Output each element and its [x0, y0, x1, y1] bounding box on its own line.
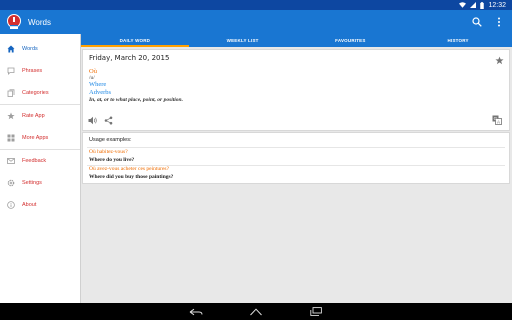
drawer-item-rate-app[interactable]: Rate App: [0, 105, 80, 127]
more-vert-icon: [498, 17, 500, 27]
search-icon: [472, 17, 482, 27]
examples-header: Usage examples:: [89, 137, 132, 143]
word-date: Friday, March 20, 2015: [89, 54, 170, 62]
speaker-icon: [88, 116, 97, 125]
wifi-icon: [459, 2, 467, 8]
word-definition: In, at, or to what place, point, or posi…: [89, 97, 183, 103]
recents-button[interactable]: [308, 306, 324, 318]
play-sound-button[interactable]: [88, 112, 98, 130]
favourite-button[interactable]: [495, 52, 504, 70]
share-icon: [104, 116, 113, 125]
back-button[interactable]: [188, 306, 204, 318]
drawer-item-more-apps[interactable]: More Apps: [0, 127, 80, 149]
star-icon: [7, 112, 15, 120]
grid-icon: [7, 134, 15, 142]
tab-history[interactable]: HISTORY: [404, 34, 512, 47]
app-logo-icon: [7, 14, 21, 29]
tab-favourites[interactable]: FAVOURITES: [297, 34, 405, 47]
tab-weekly-list[interactable]: WEEKLY LIST: [189, 34, 297, 47]
drawer-item-label: About: [22, 202, 37, 208]
home-button[interactable]: [248, 306, 264, 318]
back-icon: [189, 308, 203, 315]
drawer-item-label: More Apps: [22, 135, 49, 141]
drawer-item-words[interactable]: Words: [0, 38, 80, 60]
gear-icon: [7, 179, 15, 187]
mail-icon: [7, 157, 15, 165]
status-time: 12:32: [488, 1, 506, 9]
example-translation: Where do you live?: [89, 157, 135, 163]
example-source: Où avez-vous acheter ces peintures?: [89, 166, 170, 172]
share-button[interactable]: [104, 112, 113, 130]
recents-icon: [310, 307, 322, 316]
system-navigation-bar: [0, 303, 512, 320]
app-bar: Words: [0, 10, 512, 34]
home-nav-icon: [250, 307, 262, 315]
app-title: Words: [28, 17, 51, 27]
drawer-item-label: Settings: [22, 180, 42, 186]
translate-icon: GA: [492, 115, 502, 125]
drawer-item-label: Rate App: [22, 113, 45, 119]
home-icon: [7, 45, 15, 53]
example-source: Où habitez-vous?: [89, 149, 128, 155]
navigation-drawer: Words Phrases Categories Rate App More A…: [0, 34, 81, 303]
overflow-menu-button[interactable]: [490, 13, 508, 31]
info-icon: [7, 201, 15, 209]
tab-bar: DAILY WORD WEEKLY LIST FAVOURITES HISTOR…: [81, 34, 512, 47]
word-term: Où: [89, 68, 97, 75]
search-button[interactable]: [468, 13, 486, 31]
svg-text:A: A: [497, 120, 500, 125]
app-logo[interactable]: [6, 14, 22, 30]
word-translation: Where: [89, 81, 107, 88]
status-bar: 12:32: [0, 0, 512, 10]
battery-icon: [480, 1, 485, 9]
word-part-of-speech: Adverbs: [89, 89, 112, 96]
example-translation: Where did you buy those paintings?: [89, 174, 174, 180]
drawer-item-phrases[interactable]: Phrases: [0, 60, 80, 82]
chat-icon: [7, 67, 15, 75]
drawer-item-categories[interactable]: Categories: [0, 82, 80, 104]
tab-daily-word[interactable]: DAILY WORD: [81, 34, 189, 47]
translate-button[interactable]: GA: [492, 112, 502, 130]
drawer-item-label: Categories: [22, 90, 49, 96]
copy-icon: [7, 89, 15, 97]
drawer-item-settings[interactable]: Settings: [0, 172, 80, 194]
examples-divider: [87, 147, 505, 148]
star-icon: [495, 56, 504, 65]
usage-examples-card: Usage examples: Où habitez-vous? Where d…: [82, 132, 510, 184]
signal-icon: [470, 2, 477, 8]
daily-word-card: Friday, March 20, 2015 Où /u/ Where Adve…: [82, 49, 510, 131]
drawer-item-about[interactable]: About: [0, 194, 80, 216]
drawer-item-label: Phrases: [22, 68, 43, 74]
drawer-item-label: Words: [22, 46, 38, 52]
drawer-item-label: Feedback: [22, 158, 47, 164]
drawer-item-feedback[interactable]: Feedback: [0, 150, 80, 172]
